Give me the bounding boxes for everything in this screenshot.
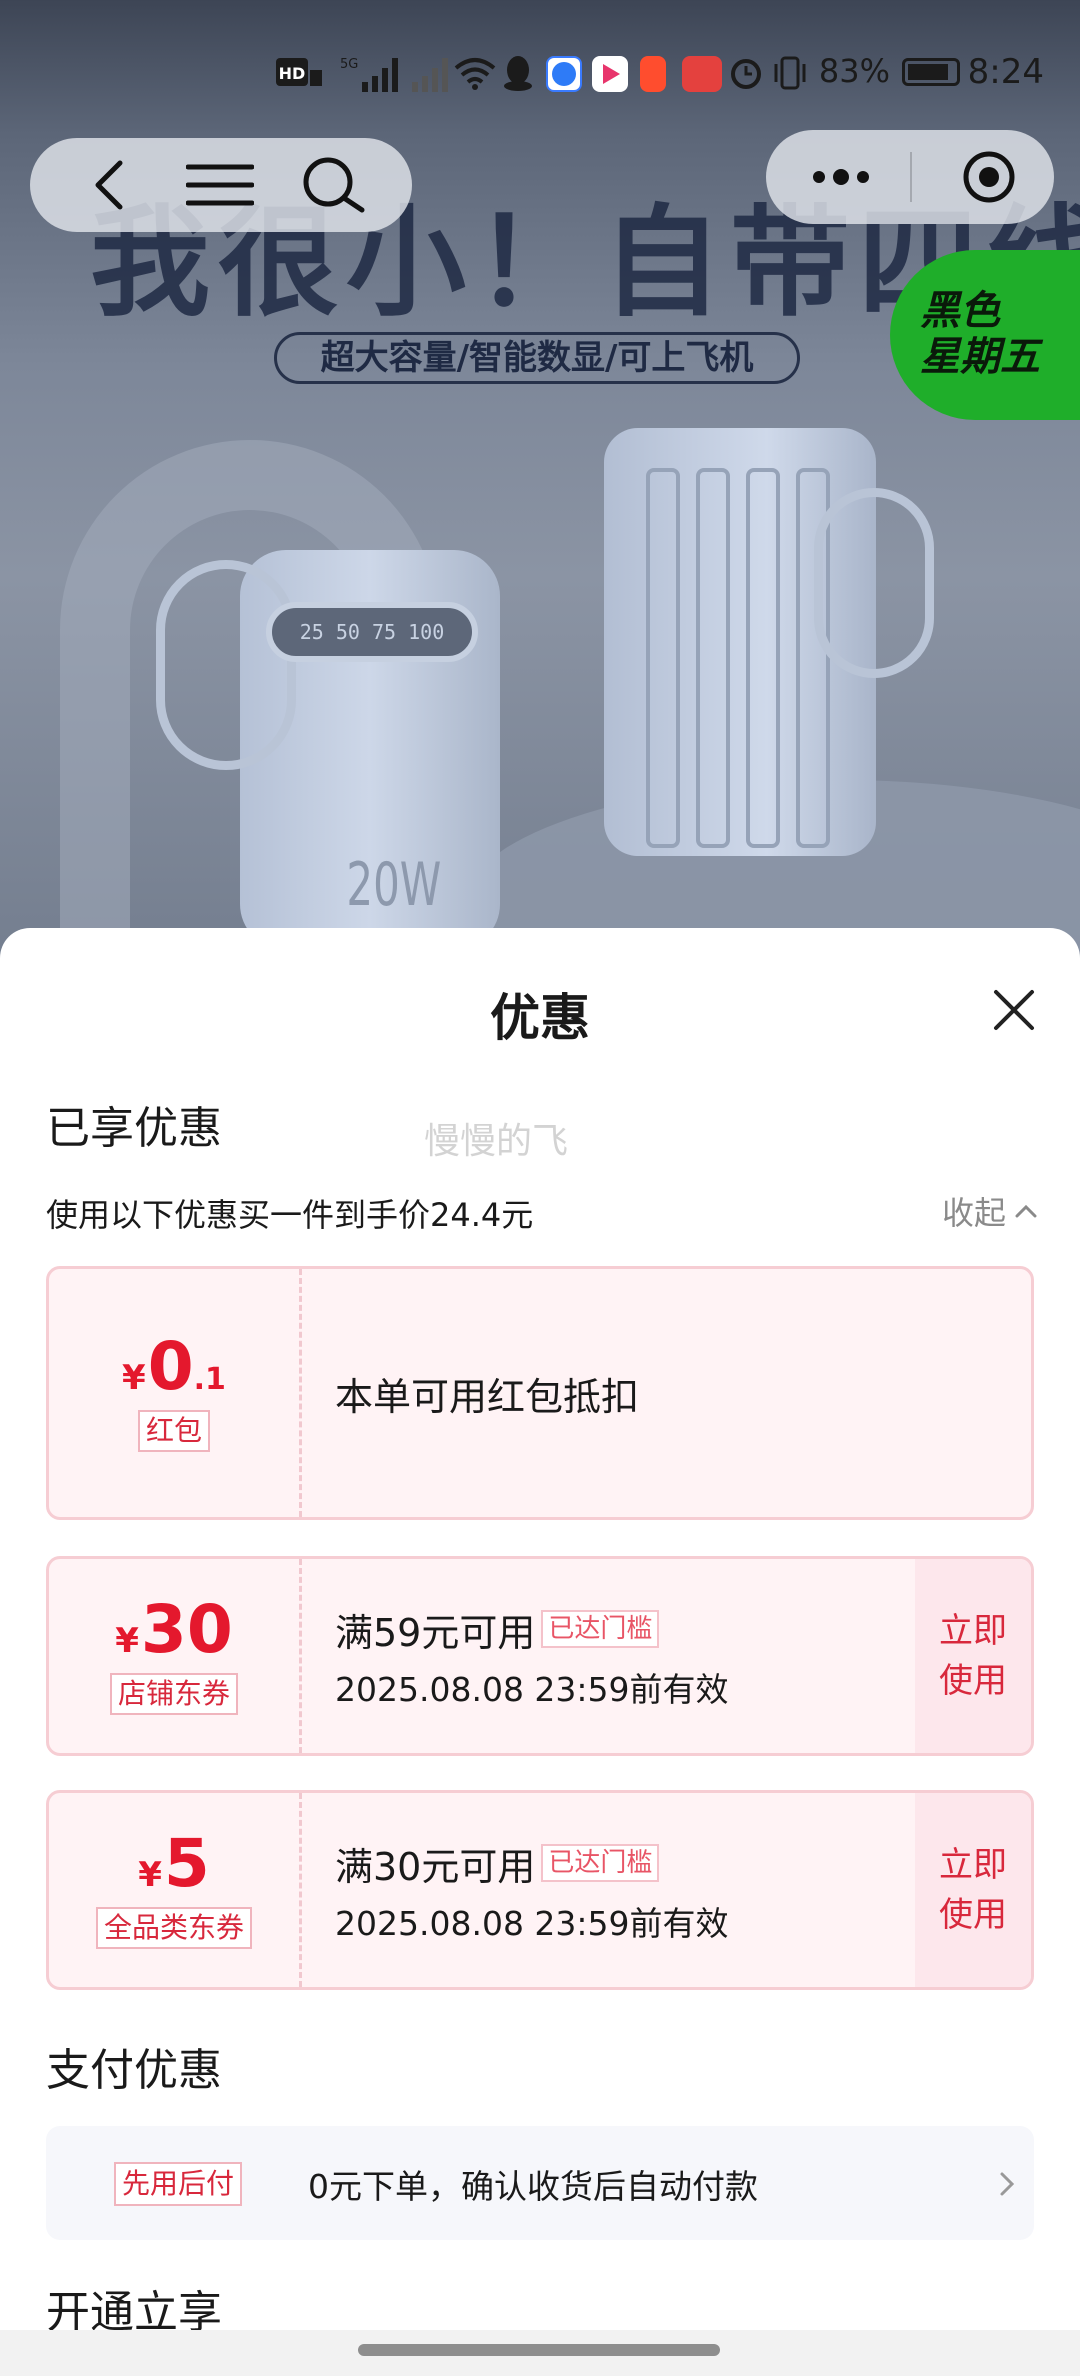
built-in-cable (646, 468, 680, 848)
coupon-amount: ¥ 5 (138, 1831, 210, 1897)
right-nav-capsule (766, 130, 1054, 224)
watermark: 慢慢的飞 (424, 1121, 569, 1162)
section-payment-title: 支付优惠 (46, 2045, 222, 2096)
status-bar: HD 5G 83% 8:24 (0, 36, 1080, 114)
qq-icon (504, 56, 532, 91)
pay-later-tag: 先用后付 (114, 2162, 243, 2206)
coupon-info: 满59元可用 已达门槛 2025.08.08 23:59前有效 (335, 1559, 729, 1753)
collapse-label: 收起 (941, 1194, 1006, 1232)
coupon-amount-block: ¥ 5 全品类东券 (49, 1793, 299, 1987)
signal-icon (412, 58, 448, 92)
amount-integer: 30 (140, 1591, 233, 1668)
currency-symbol: ¥ (138, 1855, 162, 1895)
power-bank-display: 25 50 75 100 (266, 602, 478, 662)
capsule-divider (910, 152, 912, 202)
use-now-label: 立即使用 (939, 1611, 1007, 1701)
sheet-title: 优惠 (490, 989, 590, 1047)
amount-integer: 5 (163, 1825, 210, 1902)
coupon-divider (299, 1793, 302, 1987)
huawei-app-icon (682, 56, 722, 92)
use-now-button[interactable]: 立即使用 (915, 1559, 1031, 1753)
coupon-type-tag: 红包 (137, 1410, 210, 1452)
chevron-up-icon (1015, 1204, 1037, 1218)
chevron-right-icon (1000, 2172, 1015, 2196)
threshold-reached-badge: 已达门槛 (541, 1610, 660, 1648)
coupon-type-tag: 全品类东券 (95, 1907, 252, 1949)
threshold-reached-badge: 已达门槛 (541, 1844, 660, 1882)
more-button[interactable] (796, 130, 886, 224)
search-button[interactable] (294, 138, 374, 232)
coupon-amount: ¥ 30 (115, 1597, 233, 1663)
coupon-validity: 2025.08.08 23:59前有效 (335, 1903, 729, 1943)
svg-text:HD: HD (279, 64, 306, 83)
home-indicator[interactable] (358, 2344, 720, 2356)
coupon-info: 满30元可用 已达门槛 2025.08.08 23:59前有效 (335, 1793, 729, 1987)
amount-decimal: .1 (193, 1362, 226, 1397)
coupon-type-tag: 店铺东券 (109, 1673, 238, 1715)
hero-subtitle: 超大容量/智能数显/可上飞机 (274, 332, 800, 384)
close-miniapp-button[interactable] (944, 130, 1034, 224)
black-friday-badge: 黑色 星期五 (890, 250, 1080, 420)
cable-loop (814, 488, 934, 678)
home-indicator-bar (0, 2330, 1080, 2376)
currency-symbol: ¥ (115, 1621, 139, 1661)
coupon-all-category: ¥ 5 全品类东券 满30元可用 已达门槛 2025.08.08 23:59前有… (46, 1790, 1034, 1990)
more-icon (813, 169, 869, 185)
wifi-icon (454, 58, 496, 90)
battery-percent: 83% (818, 52, 890, 90)
vibrate-icon (774, 56, 806, 90)
app-icon (640, 56, 666, 92)
collapse-toggle[interactable]: 收起 (942, 1188, 1038, 1234)
video-app-icon (592, 56, 628, 92)
built-in-cable (696, 468, 730, 848)
coupon-info: 本单可用红包抵扣 (335, 1269, 639, 1517)
discount-sheet: 优惠 已享优惠 慢慢的飞 使用以下优惠买一件到手价24.4元 收起 ¥ 0 .1… (0, 928, 1080, 2376)
amount-integer: 0 (147, 1328, 194, 1405)
cable-loop (156, 560, 296, 770)
price-summary: 使用以下优惠买一件到手价24.4元 (46, 1196, 534, 1234)
browser-app-icon (546, 56, 582, 92)
hd-icon: HD (276, 58, 322, 86)
signal-icon: 5G (340, 57, 398, 92)
coupon-validity: 2025.08.08 23:59前有效 (335, 1669, 729, 1709)
menu-button[interactable] (180, 138, 260, 232)
coupon-description: 本单可用红包抵扣 (335, 1374, 640, 1419)
coupon-condition: 满30元可用 已达门槛 (335, 1836, 729, 1891)
back-button[interactable] (70, 138, 150, 232)
coupon-condition: 满59元可用 已达门槛 (335, 1602, 729, 1657)
badge-line-2: 星期五 (920, 334, 1040, 380)
coupon-divider (299, 1559, 302, 1753)
coupon-amount-block: ¥ 30 店铺东券 (49, 1559, 299, 1753)
close-button[interactable] (988, 984, 1040, 1036)
left-nav-capsule (30, 138, 412, 232)
alarm-icon (731, 59, 761, 89)
power-bank-front: 25 50 75 100 20W (156, 550, 500, 950)
power-bank-back (604, 428, 934, 856)
pay-later-description: 0元下单，确认收货后自动付款 (308, 2167, 758, 2206)
battery-icon (902, 58, 960, 86)
pay-later-row[interactable]: 先用后付 0元下单，确认收货后自动付款 (46, 2126, 1034, 2240)
back-icon (95, 160, 123, 210)
svg-text:5G: 5G (340, 57, 358, 72)
menu-icon (186, 164, 254, 206)
badge-line-1: 黑色 (920, 288, 1000, 334)
close-icon (994, 990, 1034, 1030)
clock-time: 8:24 (967, 52, 1044, 92)
target-icon (963, 151, 1015, 203)
coupon-red-packet: ¥ 0 .1 红包 本单可用红包抵扣 (46, 1266, 1034, 1520)
currency-symbol: ¥ (122, 1358, 146, 1398)
use-now-label: 立即使用 (939, 1845, 1007, 1935)
condition-text: 满59元可用 (335, 1610, 536, 1655)
coupon-shop: ¥ 30 店铺东券 满59元可用 已达门槛 2025.08.08 23:59前有… (46, 1556, 1034, 1756)
coupon-amount-block: ¥ 0 .1 红包 (49, 1269, 299, 1517)
use-now-button[interactable]: 立即使用 (915, 1793, 1031, 1987)
wattage-label: 20W (346, 850, 442, 920)
built-in-cable (746, 468, 780, 848)
condition-text: 满30元可用 (335, 1844, 536, 1889)
coupon-divider (299, 1269, 302, 1517)
section-enjoyed-title: 已享优惠 (46, 1103, 222, 1154)
search-icon (303, 157, 365, 213)
coupon-amount: ¥ 0 .1 (122, 1334, 226, 1400)
